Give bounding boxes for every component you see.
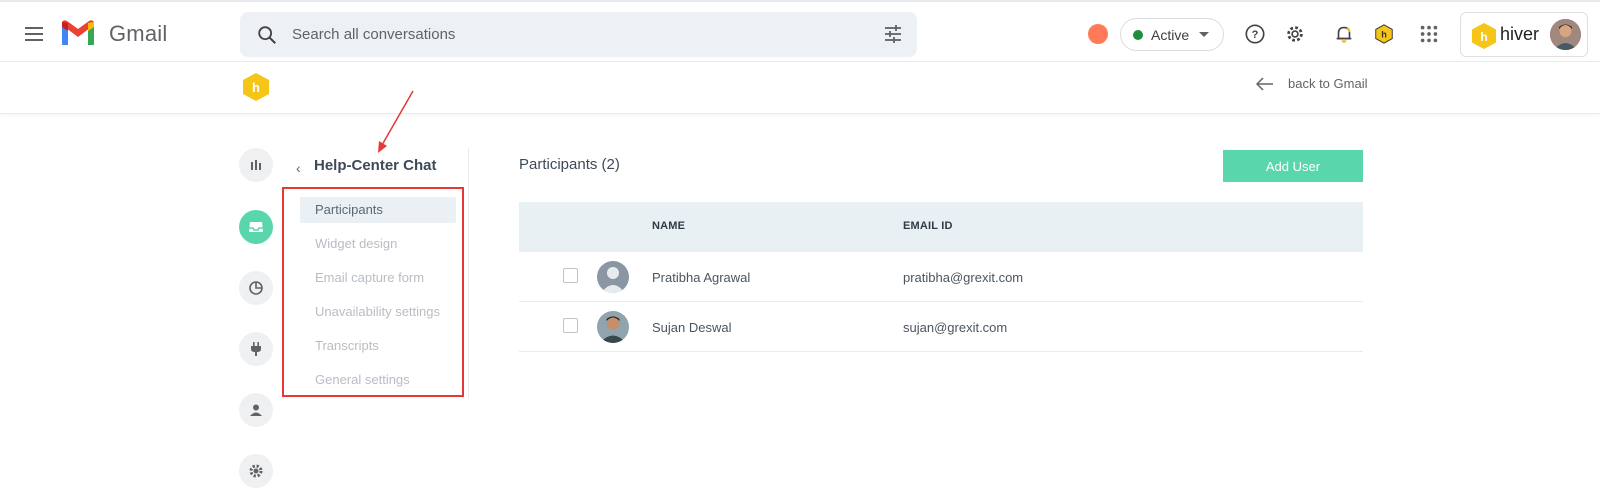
participant-name: Sujan Deswal bbox=[652, 320, 732, 335]
status-dot bbox=[1133, 29, 1143, 40]
hiver-brand: hiver bbox=[1500, 24, 1540, 44]
gmail-wordmark: Gmail bbox=[109, 21, 168, 46]
subnav-item-transcripts[interactable]: Transcripts bbox=[300, 333, 456, 359]
inbox-icon bbox=[249, 222, 263, 232]
add-user-button[interactable]: Add User bbox=[1223, 150, 1363, 182]
status-dropdown[interactable]: Active bbox=[1120, 18, 1224, 51]
participant-email: pratibha@grexit.com bbox=[903, 270, 1024, 285]
table-row[interactable]: Sujan Deswal sujan@grexit.com bbox=[519, 302, 1363, 352]
page-title: Participants (2) bbox=[519, 156, 620, 173]
gmail-top-bar: Gmail Active ? h h hiver bbox=[0, 0, 1600, 62]
divider bbox=[468, 148, 469, 398]
status-label: Active bbox=[1151, 26, 1190, 43]
rail-reports-button[interactable] bbox=[239, 271, 273, 305]
subnav-item-widget-design[interactable]: Widget design bbox=[300, 231, 456, 257]
apps-grid-icon[interactable] bbox=[1418, 23, 1440, 45]
row-checkbox[interactable] bbox=[563, 318, 578, 333]
participant-email: sujan@grexit.com bbox=[903, 320, 1008, 335]
svg-text:h: h bbox=[252, 80, 260, 95]
subnav-item-email-capture-form[interactable]: Email capture form bbox=[300, 265, 456, 291]
help-icon[interactable]: ? bbox=[1244, 23, 1266, 45]
row-checkbox[interactable] bbox=[563, 268, 578, 283]
plug-icon bbox=[251, 342, 261, 356]
arrow-left-icon bbox=[1256, 76, 1273, 91]
subnav-item-participants[interactable]: Participants bbox=[300, 197, 456, 223]
default-avatar bbox=[597, 261, 629, 293]
column-header-name[interactable]: NAME bbox=[652, 220, 685, 232]
user-icon bbox=[250, 404, 262, 416]
back-to-gmail-label: back to Gmail bbox=[1288, 76, 1368, 91]
participant-name: Pratibha Agrawal bbox=[652, 270, 751, 285]
hiver-hex-icon[interactable]: h bbox=[1373, 23, 1395, 45]
avatar[interactable] bbox=[1550, 19, 1581, 50]
svg-text:h: h bbox=[1381, 30, 1387, 40]
gear-icon[interactable] bbox=[1284, 23, 1306, 45]
rail-inbox-button[interactable] bbox=[239, 210, 273, 244]
subnav-item-unavailability-settings[interactable]: Unavailability settings bbox=[300, 299, 456, 325]
hiver-logo-icon: h bbox=[1472, 23, 1496, 49]
svg-text:?: ? bbox=[1252, 29, 1259, 41]
back-to-gmail-link[interactable]: back to Gmail bbox=[1256, 76, 1367, 91]
rail-integrations-button[interactable] bbox=[239, 332, 273, 366]
menu-icon[interactable] bbox=[20, 20, 48, 48]
search-bar[interactable] bbox=[240, 12, 917, 57]
analytics-icon bbox=[251, 160, 261, 170]
gear-icon bbox=[249, 464, 263, 478]
subnav-list: Participants Widget design Email capture… bbox=[282, 187, 464, 397]
table-row[interactable]: Pratibha Agrawal pratibha@grexit.com bbox=[519, 252, 1363, 302]
hiver-logo-icon[interactable]: h bbox=[242, 72, 270, 102]
chevron-down-icon bbox=[1199, 32, 1210, 37]
tune-icon[interactable] bbox=[883, 24, 903, 44]
hiver-header: h back to Gmail bbox=[0, 62, 1600, 114]
rail-analytics-button[interactable] bbox=[239, 148, 273, 182]
column-header-email[interactable]: EMAIL ID bbox=[903, 220, 953, 232]
search-input[interactable] bbox=[292, 12, 852, 57]
hubspot-icon[interactable] bbox=[1088, 24, 1108, 44]
rail-users-button[interactable] bbox=[239, 393, 273, 427]
search-icon[interactable] bbox=[256, 24, 278, 46]
rail-settings-button[interactable] bbox=[239, 454, 273, 488]
gmail-logo-icon[interactable] bbox=[60, 19, 96, 47]
table-header: NAME EMAIL ID bbox=[519, 202, 1363, 252]
bell-icon[interactable] bbox=[1333, 23, 1355, 45]
account-switcher[interactable]: h hiver bbox=[1460, 12, 1588, 57]
pie-chart-icon bbox=[249, 281, 263, 295]
chevron-left-icon[interactable]: ‹ bbox=[296, 160, 301, 176]
svg-text:h: h bbox=[1480, 30, 1487, 44]
subnav-item-general-settings[interactable]: General settings bbox=[300, 367, 456, 393]
subnav-title: Help-Center Chat bbox=[314, 157, 437, 174]
photo-avatar bbox=[597, 311, 629, 343]
participants-table: NAME EMAIL ID Pratibha Agrawal pratibha@… bbox=[519, 202, 1363, 352]
